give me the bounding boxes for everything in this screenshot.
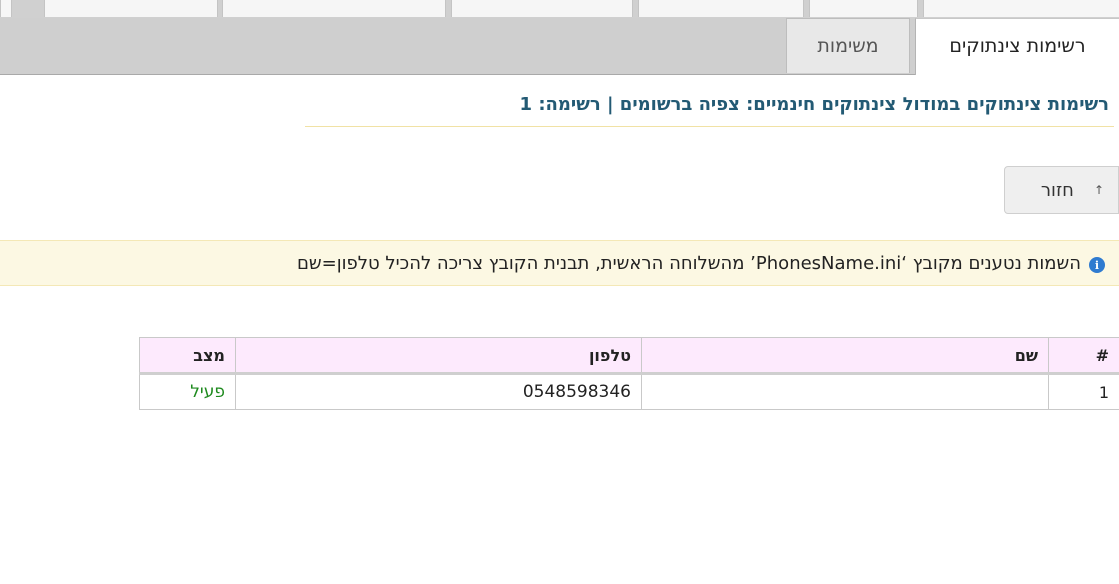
table-header-row: # שם טלפון מצב (139, 337, 1119, 375)
tab-bar: משימות רשימות צינתוקים (0, 18, 1119, 75)
up-arrow-icon: ↑ (1093, 183, 1104, 197)
tab-tasks[interactable]: משימות (786, 18, 910, 73)
back-button-label: חזור (1040, 179, 1074, 201)
table-row: 1 0548598346 פעיל (139, 373, 1119, 410)
cell-name (641, 373, 1049, 410)
column-header-status[interactable]: מצב (139, 337, 236, 375)
column-header-name[interactable]: שם (641, 337, 1049, 375)
page-title: רשימות צינתוקים במודול צינתוקים חינמיים:… (519, 94, 1109, 115)
upper-tab[interactable] (809, 0, 918, 17)
column-header-phone[interactable]: טלפון (235, 337, 642, 375)
upper-tab[interactable] (44, 0, 218, 17)
upper-tab[interactable] (923, 0, 1119, 17)
cell-status: פעיל (139, 373, 236, 410)
upper-tab-strip (0, 0, 1119, 18)
info-text: השמות נטענים מקובץ ‘PhonesName.ini’ מהשל… (296, 252, 1081, 274)
tab-notification-lists[interactable]: רשימות צינתוקים (915, 18, 1119, 75)
upper-tab[interactable] (0, 0, 12, 17)
upper-tab[interactable] (638, 0, 804, 17)
info-icon: i (1089, 257, 1105, 273)
cell-index: 1 (1048, 373, 1119, 410)
status-active-label: פעיל (190, 382, 225, 402)
column-header-index[interactable]: # (1048, 337, 1119, 375)
title-divider (305, 126, 1114, 127)
cell-phone: 0548598346 (235, 373, 642, 410)
info-banner: i השמות נטענים מקובץ ‘PhonesName.ini’ מה… (0, 240, 1119, 286)
upper-tab[interactable] (222, 0, 446, 17)
records-table: # שם טלפון מצב 1 0548598346 פעיל (139, 337, 1119, 410)
upper-tab[interactable] (451, 0, 633, 17)
back-button[interactable]: ↑ חזור (1004, 166, 1119, 214)
